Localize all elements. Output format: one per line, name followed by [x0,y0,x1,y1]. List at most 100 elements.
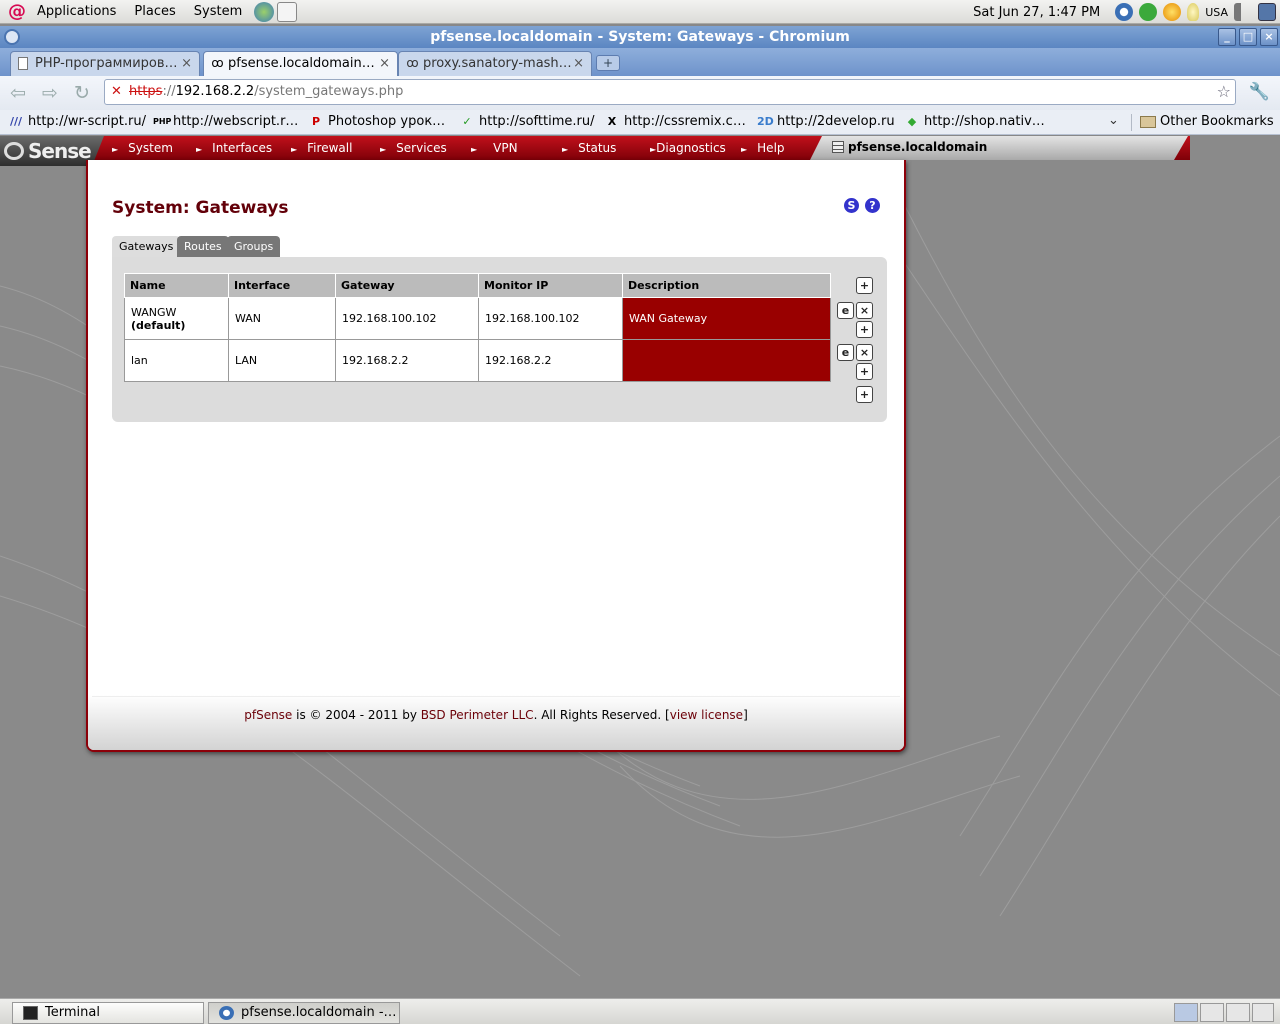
network-icon[interactable] [1258,3,1276,21]
update-notifier-icon[interactable] [1163,3,1182,21]
reload-icon[interactable]: ↻ [70,82,94,104]
cell-gateway[interactable]: 192.168.2.2 [335,339,479,382]
url-path: /system_gateways.php [254,84,404,99]
tab-close-icon[interactable]: × [379,52,390,75]
applications-menu[interactable]: Applications [28,0,125,24]
tab-close-icon[interactable]: × [181,52,192,75]
menu-diagnostics[interactable]: ►Diagnostics [650,139,726,159]
bookmark-item[interactable]: ◆ http://shop.nativ… [904,113,1045,131]
places-menu[interactable]: Places [125,0,184,24]
address-bar[interactable]: ✕ https://192.168.2.2/system_gateways.ph… [104,79,1236,105]
hostname-link[interactable]: pfsense.localdomain [832,139,987,155]
cell-interface[interactable]: WAN [228,297,336,340]
edit-gateway-icon[interactable]: e [837,302,854,319]
updates-ok-icon[interactable] [1139,3,1158,21]
cssremix-icon: X [607,115,617,128]
bookmark-item[interactable]: ✓ http://softtime.ru/ [459,113,594,131]
debian-logo-icon[interactable]: @ [6,1,28,23]
chromium-tray-icon[interactable] [1115,3,1134,21]
col-description-header: Description [622,273,831,298]
menu-firewall[interactable]: ► Firewall [291,139,352,159]
cell-gateway[interactable]: 192.168.100.102 [335,297,479,340]
workspace-2[interactable] [1200,1003,1224,1022]
footer-divider [92,696,900,697]
cell-description[interactable] [622,339,831,382]
bsd-perimeter-link[interactable]: BSD Perimeter LLC [421,708,534,722]
maximize-button[interactable]: □ [1239,28,1257,46]
bookmark-star-icon[interactable]: ☆ [1217,80,1231,104]
close-window-button[interactable]: × [1260,28,1278,46]
workspace-3[interactable] [1226,1003,1250,1022]
mail-launcher-icon[interactable] [277,1,298,22]
tab-php[interactable]: PHP-программиров… × [10,51,200,76]
tab-groups[interactable]: Groups [227,236,281,257]
table-row[interactable]: WANGW (default) WAN 192.168.100.102 192.1… [124,297,831,340]
edit-gateway-icon[interactable]: e [837,344,854,361]
help-icon[interactable]: ? [865,198,880,213]
cell-monitor-ip[interactable]: 192.168.100.102 [478,297,623,340]
minimize-button[interactable]: _ [1218,28,1236,46]
system-tray: Sat Jun 27, 1:47 PM USA [973,0,1280,24]
pfsense-link[interactable]: pfSense [244,708,292,722]
bookmark-item[interactable]: ///http://wr-script.ru/ [8,113,146,131]
col-gateway-header: Gateway [335,273,479,298]
volume-icon[interactable] [1234,3,1252,21]
back-arrow-icon[interactable]: ⇦ [6,82,30,104]
bulb-icon[interactable] [1187,3,1200,21]
add-copy-gateway-icon[interactable]: + [856,321,873,338]
status-shortcut-icon[interactable]: S [844,198,859,213]
menu-system[interactable]: ► System [112,139,173,159]
softtime-icon: ✓ [462,115,472,128]
cell-name[interactable]: WANGW (default) [124,297,229,340]
menu-vpn[interactable]: ► VPN [471,139,518,159]
workspace-4[interactable] [1252,1003,1274,1022]
menu-services[interactable]: ► Services [380,139,447,159]
server-icon [832,141,844,153]
forward-arrow-icon[interactable]: ⇨ [38,82,62,104]
tab-title: pfsense.localdomain… [228,56,375,71]
clock[interactable]: Sat Jun 27, 1:47 PM [973,5,1100,20]
col-name-header: Name [124,273,229,298]
cell-name[interactable]: lan [124,339,229,382]
bookmarks-overflow-chevron-icon[interactable]: ⌄ [1108,113,1119,128]
gateways-tab-body: Name Interface Gateway Monitor IP Descri… [112,257,887,422]
bookmarks-separator [1131,114,1132,131]
cell-interface[interactable]: LAN [228,339,336,382]
panel-bottom-fade [88,695,904,750]
default-tag: (default) [131,318,186,332]
tab-pfsense[interactable]: ꝏ pfsense.localdomain… × [203,51,398,76]
table-row[interactable]: lan LAN 192.168.2.2 192.168.2.2 [124,339,831,382]
table-header-row: Name Interface Gateway Monitor IP Descri… [124,273,831,298]
bookmark-item[interactable]: Xhttp://cssremix.c… [604,113,746,131]
insecure-ssl-icon[interactable]: ✕ [111,80,122,104]
tab-close-icon[interactable]: × [573,52,584,75]
browser-launcher-icon[interactable] [254,1,275,22]
tab-gateways[interactable]: Gateways [112,236,181,258]
delete-gateway-icon[interactable]: × [856,344,873,361]
add-gateway-icon[interactable]: + [856,277,873,294]
other-bookmarks[interactable]: Other Bookmarks [1140,113,1274,131]
page-viewport: Sense ► System ► Interfaces ► Firewall ► Ser… [0,136,1280,998]
delete-gateway-icon[interactable]: × [856,302,873,319]
taskbar-chromium[interactable]: pfsense.localdomain -… [208,1002,400,1024]
menu-status[interactable]: ► Status [562,139,616,159]
menu-interfaces[interactable]: ► Interfaces [196,139,272,159]
wrench-menu-icon[interactable]: 🔧 [1249,82,1270,102]
menu-help[interactable]: ► Help [741,139,785,159]
new-tab-button[interactable]: + [596,55,620,71]
chromium-window-icon[interactable] [4,29,20,45]
workspace-1[interactable] [1174,1003,1198,1022]
keyboard-layout[interactable]: USA [1205,6,1228,19]
system-menu[interactable]: System [185,0,251,24]
taskbar-terminal[interactable]: Terminal [12,1002,204,1024]
bookmark-item[interactable]: 2D http://2develop.ru [757,113,895,131]
view-license-link[interactable]: view license [670,708,743,722]
add-gateway-icon[interactable]: + [856,386,873,403]
tab-proxy[interactable]: ꝏ proxy.sanatory-mash… × [398,51,592,76]
bookmark-item[interactable]: PHP http://webscript.r… [153,113,298,131]
cell-monitor-ip[interactable]: 192.168.2.2 [478,339,623,382]
tab-routes[interactable]: Routes [177,236,229,257]
bookmark-item[interactable]: P Photoshop урок… [308,113,445,131]
add-copy-gateway-icon[interactable]: + [856,363,873,380]
cell-description[interactable]: WAN Gateway [622,297,831,340]
